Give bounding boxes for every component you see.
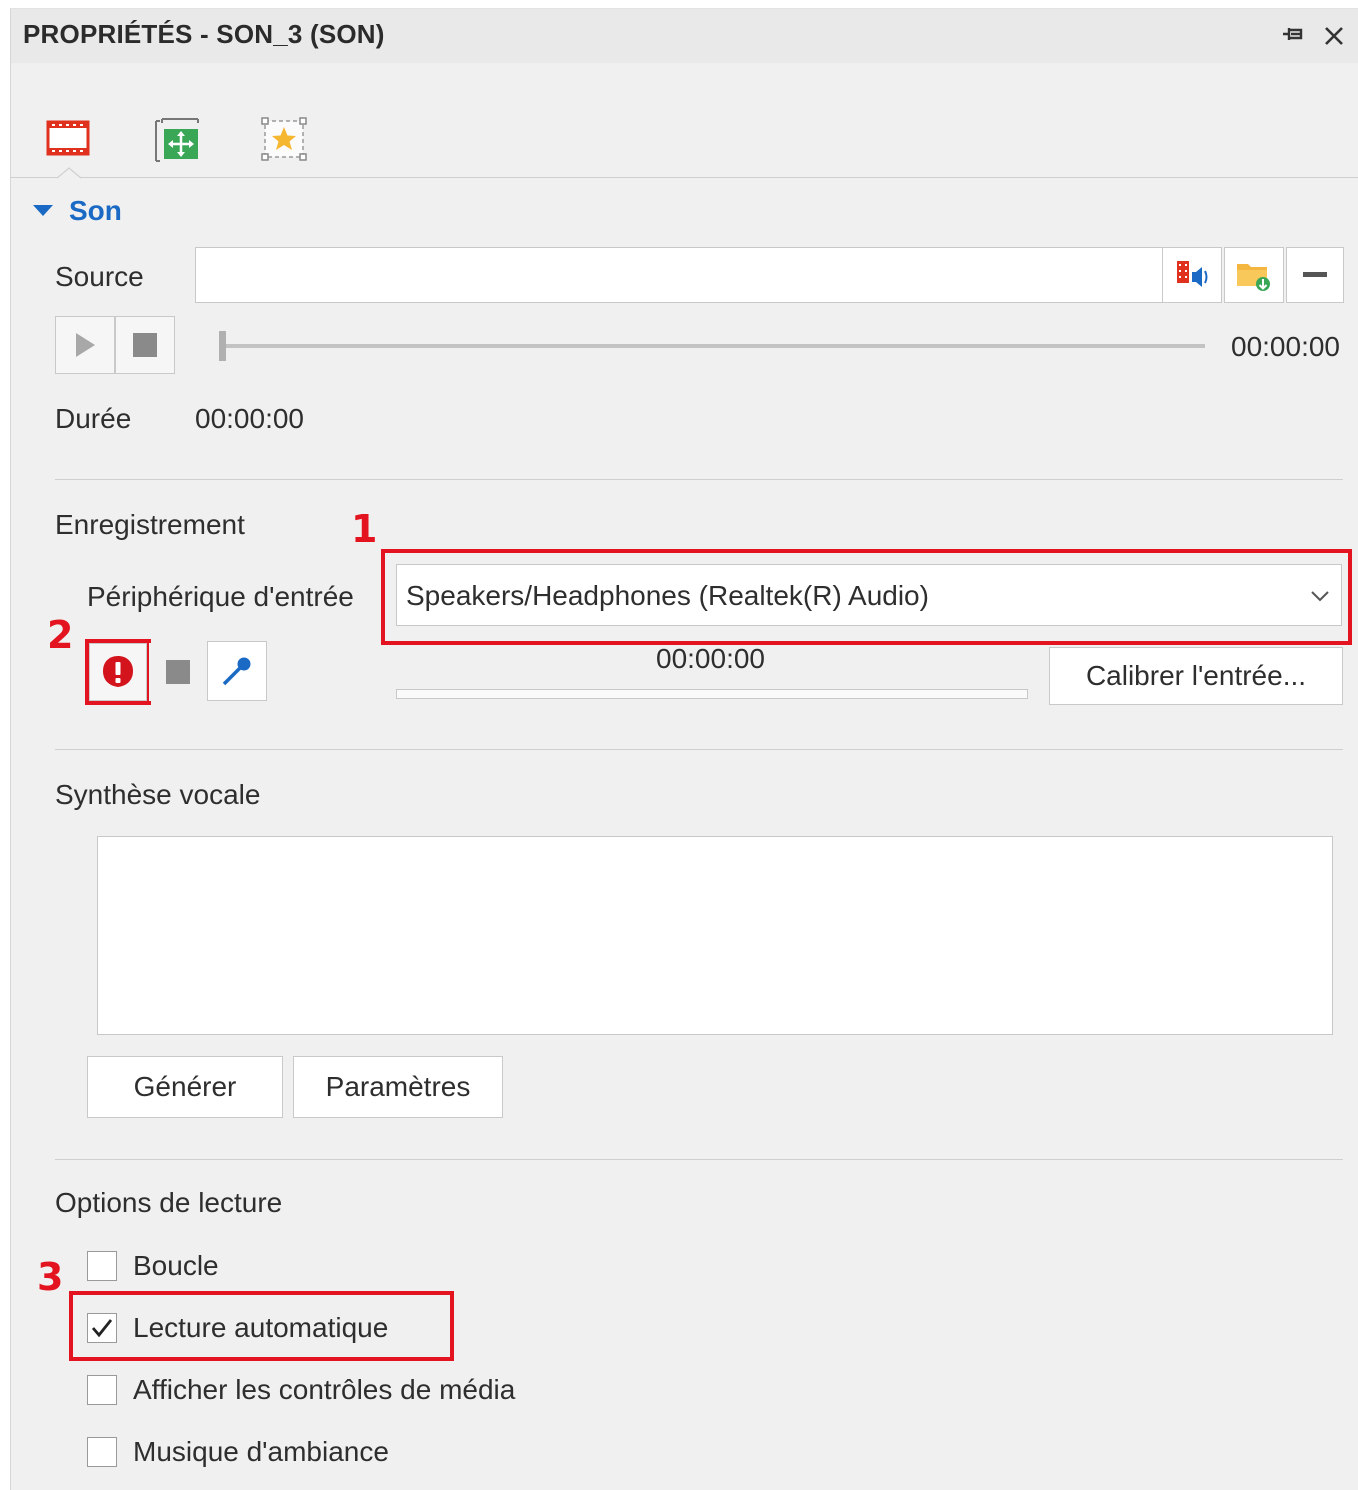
collapse-triangle-icon (33, 205, 53, 216)
source-input[interactable] (195, 247, 1163, 303)
microphone-icon (222, 657, 251, 686)
section-divider (55, 479, 1343, 480)
loop-label: Boucle (133, 1250, 219, 1281)
calibrate-input-button[interactable]: Calibrer l'entrée... (1049, 647, 1343, 705)
show-media-controls-option[interactable]: Afficher les contrôles de média (87, 1373, 515, 1407)
tab-strip-divider (11, 177, 1358, 178)
folder-import-icon (1237, 264, 1270, 291)
tts-settings-button[interactable]: Paramètres (293, 1056, 503, 1118)
star-frame-icon (261, 117, 307, 161)
microphone-button[interactable] (207, 641, 267, 701)
input-device-label: Périphérique d'entrée (87, 581, 354, 612)
film-strip-icon (46, 120, 90, 156)
background-music-label: Musique d'ambiance (133, 1436, 389, 1467)
playback-slider[interactable] (219, 329, 1205, 363)
source-label: Source (55, 261, 144, 292)
loop-option[interactable]: Boucle (87, 1249, 219, 1283)
loop-checkbox[interactable] (87, 1251, 117, 1281)
tab-transform[interactable] (154, 117, 204, 167)
background-music-checkbox[interactable] (87, 1437, 117, 1467)
generate-button[interactable]: Générer (87, 1056, 283, 1118)
autoplay-label: Lecture automatique (133, 1312, 389, 1343)
show-media-controls-checkbox[interactable] (87, 1375, 117, 1405)
input-device-value: Speakers/Headphones (Realtek(R) Audio) (406, 580, 929, 611)
record-stop-button[interactable] (149, 643, 207, 701)
play-button[interactable] (55, 316, 115, 374)
tts-header: Synthèse vocale (55, 779, 261, 810)
chevron-down-icon (1311, 591, 1329, 602)
close-icon[interactable] (1323, 23, 1345, 53)
remove-source-button[interactable] (1286, 247, 1344, 303)
input-device-select[interactable]: Speakers/Headphones (Realtek(R) Audio) (396, 564, 1342, 626)
show-media-controls-label: Afficher les contrôles de média (133, 1374, 516, 1405)
pin-icon[interactable] (1281, 21, 1307, 51)
properties-panel: PROPRIÉTÉS - SON_3 (SON) Son Source 00:0… (10, 8, 1358, 1490)
play-icon (76, 333, 95, 357)
annotation-number-2: 2 (47, 613, 74, 657)
tab-sound[interactable] (45, 117, 95, 163)
panel-titlebar: PROPRIÉTÉS - SON_3 (SON) (11, 9, 1358, 63)
section-header-son[interactable]: Son (31, 195, 122, 227)
recording-time: 00:00:00 (656, 643, 765, 674)
annotation-box-2 (85, 639, 151, 705)
checkmark-icon (91, 1319, 113, 1338)
media-library-icon (1177, 261, 1208, 287)
background-music-option[interactable]: Musique d'ambiance (87, 1435, 389, 1469)
tts-textarea[interactable] (97, 836, 1333, 1035)
tab-effects[interactable] (261, 115, 311, 165)
stop-icon (133, 333, 157, 357)
duration-label: Durée (55, 403, 132, 434)
autoplay-option[interactable]: Lecture automatique (87, 1311, 388, 1345)
recording-level-bar (396, 689, 1028, 699)
section-title: Son (69, 195, 122, 226)
annotation-number-1: 1 (351, 507, 378, 551)
move-frame-icon (155, 118, 199, 162)
player-time: 00:00:00 (1231, 331, 1340, 362)
section-divider (55, 1159, 1343, 1160)
duration-value: 00:00:00 (195, 403, 304, 434)
panel-title: PROPRIÉTÉS - SON_3 (SON) (23, 19, 385, 49)
slider-thumb[interactable] (219, 331, 226, 361)
autoplay-checkbox[interactable] (87, 1313, 117, 1343)
stop-icon (166, 660, 190, 684)
minus-icon (1303, 272, 1327, 277)
section-divider (55, 749, 1343, 750)
stop-button[interactable] (115, 316, 175, 374)
playback-options-header: Options de lecture (55, 1187, 283, 1218)
import-file-button[interactable] (1224, 247, 1284, 303)
active-tab-pointer (57, 167, 81, 179)
slider-track (219, 344, 1205, 348)
recording-header: Enregistrement (55, 509, 245, 540)
media-library-button[interactable] (1162, 247, 1222, 303)
annotation-number-3: 3 (37, 1255, 64, 1299)
